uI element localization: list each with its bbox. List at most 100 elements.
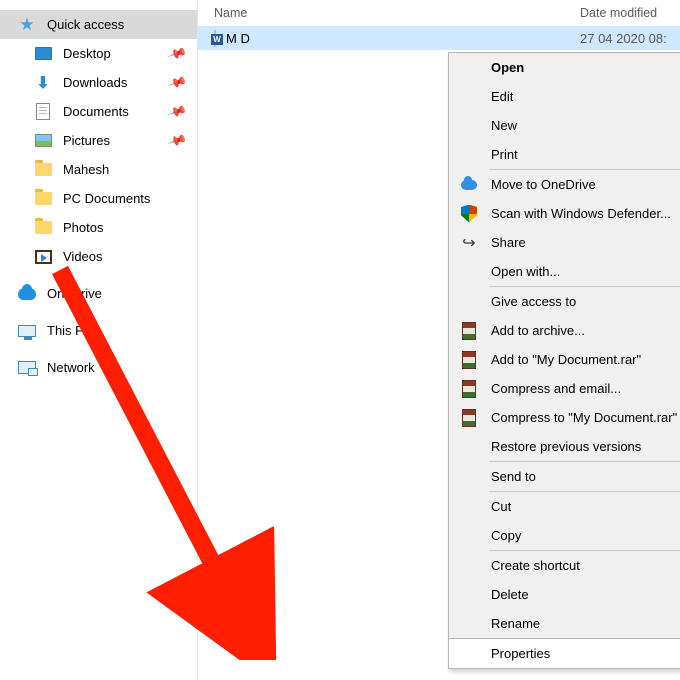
nav-label: Desktop — [63, 46, 111, 61]
word-file-icon — [214, 31, 216, 46]
nav-mahesh[interactable]: Mahesh — [0, 155, 197, 184]
ctx-open[interactable]: Open — [449, 53, 680, 82]
ctx-compress-email[interactable]: Compress and email... — [449, 374, 680, 403]
ctx-new[interactable]: New — [449, 111, 680, 140]
ctx-label: Compress to "My Document.rar" and email — [491, 410, 680, 425]
nav-pictures[interactable]: Pictures 📌 — [0, 126, 197, 155]
nav-onedrive[interactable]: OneDrive — [0, 279, 197, 308]
ctx-label: Restore previous versions — [491, 439, 641, 454]
ctx-add-rar[interactable]: Add to "My Document.rar" — [449, 345, 680, 374]
nav-photos[interactable]: Photos — [0, 213, 197, 242]
ctx-properties[interactable]: Properties — [449, 639, 680, 668]
blank-icon — [459, 614, 479, 634]
blank-icon — [459, 585, 479, 605]
nav-label: Documents — [63, 104, 129, 119]
ctx-edit[interactable]: Edit — [449, 82, 680, 111]
file-explorer-window: ★ Quick access Desktop 📌 ⬇ Downloads 📌 D… — [0, 0, 680, 680]
context-menu: Open Edit New Print Move to OneDrive S — [448, 52, 680, 669]
file-row[interactable]: M D 27 04 2020 08: — [198, 26, 680, 50]
nav-label: Videos — [63, 249, 103, 264]
nav-downloads[interactable]: ⬇ Downloads 📌 — [0, 68, 197, 97]
file-list-pane: Name Date modified M D 27 04 2020 08: Op… — [198, 0, 680, 680]
file-name: M D — [226, 31, 570, 46]
blank-icon — [459, 644, 479, 664]
ctx-compress-rar-email[interactable]: Compress to "My Document.rar" and email — [449, 403, 680, 432]
ctx-cut[interactable]: Cut — [449, 492, 680, 521]
nav-videos[interactable]: Videos — [0, 242, 197, 271]
ctx-label: Edit — [491, 89, 513, 104]
share-icon: ↪ — [459, 233, 479, 253]
network-icon — [18, 359, 36, 377]
onedrive-icon — [459, 175, 479, 195]
ctx-label: Open — [491, 60, 524, 75]
ctx-scan-defender[interactable]: Scan with Windows Defender... — [449, 199, 680, 228]
nav-pc-documents[interactable]: PC Documents — [0, 184, 197, 213]
blank-icon — [459, 437, 479, 457]
folder-icon — [34, 219, 52, 237]
nav-label: Photos — [63, 220, 103, 235]
ctx-label: Copy — [491, 528, 521, 543]
nav-documents[interactable]: Documents 📌 — [0, 97, 197, 126]
ctx-create-shortcut[interactable]: Create shortcut — [449, 551, 680, 580]
blank-icon — [459, 116, 479, 136]
nav-quick-access[interactable]: ★ Quick access — [0, 10, 197, 39]
file-date: 27 04 2020 08: — [580, 31, 680, 46]
column-date[interactable]: Date modified — [580, 6, 680, 20]
ctx-copy[interactable]: Copy — [449, 521, 680, 550]
ctx-label: Rename — [491, 616, 540, 631]
blank-icon — [459, 58, 479, 78]
nav-label: OneDrive — [47, 286, 102, 301]
document-icon — [34, 103, 52, 121]
nav-label: Mahesh — [63, 162, 109, 177]
ctx-label: Give access to — [491, 294, 576, 309]
ctx-label: Scan with Windows Defender... — [491, 206, 671, 221]
pin-icon: 📌 — [166, 72, 187, 93]
ctx-share[interactable]: ↪ Share — [449, 228, 680, 257]
pin-icon: 📌 — [166, 130, 187, 151]
blank-icon — [459, 292, 479, 312]
ctx-delete[interactable]: Delete — [449, 580, 680, 609]
pin-icon: 📌 — [166, 101, 187, 122]
nav-label: PC Documents — [63, 191, 150, 206]
ctx-label: Delete — [491, 587, 529, 602]
ctx-label: Send to — [491, 469, 536, 484]
defender-shield-icon — [459, 204, 479, 224]
nav-label: Downloads — [63, 75, 127, 90]
pc-icon — [18, 322, 36, 340]
blank-icon — [459, 145, 479, 165]
ctx-print[interactable]: Print — [449, 140, 680, 169]
videos-icon — [34, 248, 52, 266]
ctx-label: Open with... — [491, 264, 560, 279]
folder-icon — [34, 161, 52, 179]
ctx-rename[interactable]: Rename — [449, 609, 680, 638]
ctx-open-with[interactable]: Open with... — [449, 257, 680, 286]
pictures-icon — [34, 132, 52, 150]
ctx-add-archive[interactable]: Add to archive... — [449, 316, 680, 345]
ctx-label: Print — [491, 147, 518, 162]
ctx-label: Compress and email... — [491, 381, 621, 396]
star-icon: ★ — [18, 16, 36, 34]
onedrive-icon — [18, 285, 36, 303]
ctx-label: New — [491, 118, 517, 133]
winrar-icon — [459, 321, 479, 341]
ctx-move-onedrive[interactable]: Move to OneDrive — [449, 170, 680, 199]
blank-icon — [459, 467, 479, 487]
winrar-icon — [459, 350, 479, 370]
blank-icon — [459, 87, 479, 107]
ctx-label: Create shortcut — [491, 558, 580, 573]
column-name[interactable]: Name — [214, 6, 580, 20]
ctx-label: Properties — [491, 646, 550, 661]
ctx-label: Add to "My Document.rar" — [491, 352, 641, 367]
ctx-send-to[interactable]: Send to 〉 — [449, 462, 680, 491]
ctx-restore[interactable]: Restore previous versions — [449, 432, 680, 461]
nav-this-pc[interactable]: This PC — [0, 316, 197, 345]
ctx-label: Move to OneDrive — [491, 177, 596, 192]
navigation-pane: ★ Quick access Desktop 📌 ⬇ Downloads 📌 D… — [0, 0, 198, 680]
nav-desktop[interactable]: Desktop 📌 — [0, 39, 197, 68]
ctx-label: Cut — [491, 499, 511, 514]
blank-icon — [459, 556, 479, 576]
column-headers[interactable]: Name Date modified — [198, 0, 680, 26]
desktop-icon — [34, 45, 52, 63]
ctx-give-access[interactable]: Give access to 〉 — [449, 287, 680, 316]
nav-network[interactable]: Network — [0, 353, 197, 382]
